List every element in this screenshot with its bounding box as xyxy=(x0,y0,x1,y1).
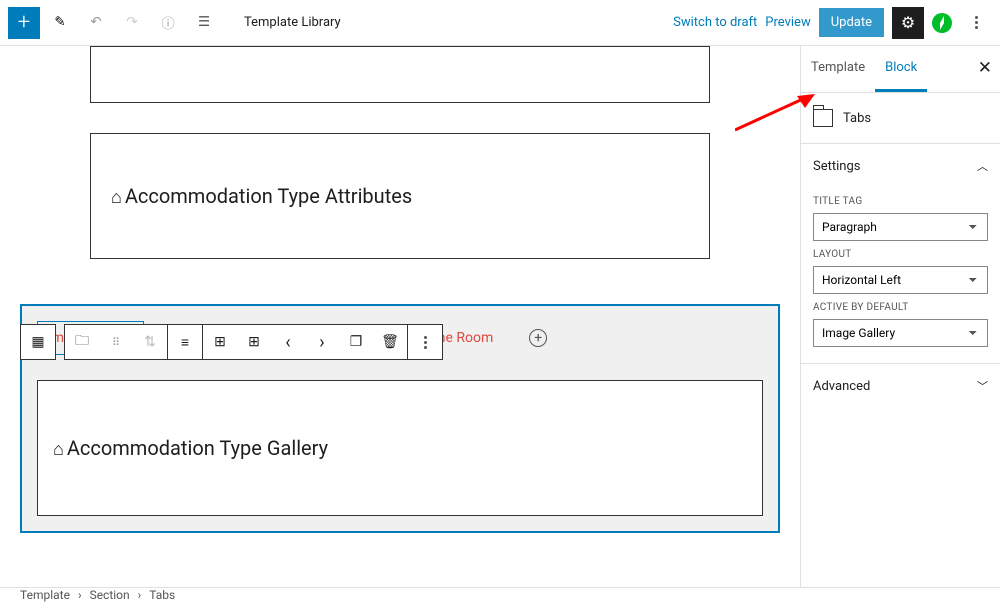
crumb-separator xyxy=(138,588,142,602)
title-tag-select[interactable]: Paragraph xyxy=(813,213,988,241)
advanced-section: Advanced ﹀ xyxy=(801,363,1000,408)
block-header: Tabs xyxy=(801,93,1000,143)
block-name-label: Tabs xyxy=(843,111,871,126)
attributes-block-title: Accommodation Type Attributes xyxy=(111,184,689,208)
move-icon[interactable] xyxy=(133,325,167,359)
title-tag-label: TITLE TAG xyxy=(813,196,988,207)
settings-label: Settings xyxy=(813,159,860,174)
settings-section: Settings ︿ TITLE TAG Paragraph LAYOUT Ho… xyxy=(801,143,1000,363)
layout-label: LAYOUT xyxy=(813,249,988,260)
tab-template[interactable]: Template xyxy=(801,46,875,92)
parent-block-icon[interactable] xyxy=(21,325,55,359)
gallery-title-text: Accommodation Type Gallery xyxy=(67,436,328,460)
edit-icon[interactable] xyxy=(44,7,76,39)
top-left-tools: + Template Library xyxy=(8,7,341,39)
home-icon xyxy=(111,184,122,208)
home-icon xyxy=(53,436,64,460)
advanced-header[interactable]: Advanced ﹀ xyxy=(801,364,1000,408)
editor-canvas[interactable]: Accommodation Type Attributes xyxy=(0,46,800,587)
info-icon[interactable] xyxy=(152,7,184,39)
settings-header[interactable]: Settings ︿ xyxy=(801,144,1000,188)
jetpack-icon[interactable] xyxy=(932,13,952,33)
preview-link[interactable]: Preview xyxy=(765,15,810,30)
align-icon[interactable] xyxy=(168,325,202,359)
undo-icon[interactable] xyxy=(80,7,112,39)
chevron-down-icon: ﹀ xyxy=(977,378,988,394)
advanced-label: Advanced xyxy=(813,379,870,394)
content-block-placeholder[interactable] xyxy=(90,46,710,103)
top-right-tools: Switch to draft Preview Update xyxy=(673,7,992,39)
add-block-button[interactable]: + xyxy=(8,7,40,39)
layout-b-icon[interactable] xyxy=(237,325,271,359)
active-default-label: ACTIVE BY DEFAULT xyxy=(813,302,988,313)
block-type-icon[interactable] xyxy=(65,325,99,359)
attributes-block[interactable]: Accommodation Type Attributes xyxy=(90,133,710,259)
crumb-section[interactable]: Section xyxy=(90,588,130,602)
chevron-up-icon: ︿ xyxy=(977,158,988,174)
add-tab-button[interactable]: + xyxy=(529,329,547,347)
tabs-content[interactable]: Accommodation Type Gallery xyxy=(37,380,763,516)
top-toolbar: + Template Library Switch to draft Previ… xyxy=(0,0,1000,46)
drag-handle-icon[interactable] xyxy=(99,325,133,359)
block-toolbar xyxy=(20,324,443,360)
sidebar-tabs: Template Block ✕ xyxy=(801,46,1000,93)
tab-block[interactable]: Block xyxy=(875,46,927,92)
inspector-sidebar: Template Block ✕ Tabs Settings ︿ TITLE T… xyxy=(800,46,1000,587)
switch-to-draft-link[interactable]: Switch to draft xyxy=(673,15,757,30)
next-icon[interactable] xyxy=(305,325,339,359)
duplicate-icon[interactable] xyxy=(339,325,373,359)
block-more-icon[interactable] xyxy=(408,325,442,359)
redo-icon[interactable] xyxy=(116,7,148,39)
close-sidebar-icon[interactable]: ✕ xyxy=(978,58,992,78)
breadcrumb: Template Section Tabs xyxy=(0,587,1000,601)
main-area: Accommodation Type Attributes xyxy=(0,46,1000,587)
layout-a-icon[interactable] xyxy=(203,325,237,359)
gallery-block-title: Accommodation Type Gallery xyxy=(53,436,747,460)
layout-select[interactable]: Horizontal Left xyxy=(813,266,988,294)
outline-icon[interactable] xyxy=(188,7,220,39)
update-button[interactable]: Update xyxy=(819,8,884,37)
crumb-tabs[interactable]: Tabs xyxy=(149,588,175,602)
tabs-block-icon xyxy=(813,109,833,127)
delete-icon[interactable] xyxy=(373,325,407,359)
attributes-title-text: Accommodation Type Attributes xyxy=(125,184,412,208)
active-default-select[interactable]: Image Gallery xyxy=(813,319,988,347)
crumb-separator xyxy=(78,588,82,602)
more-menu-button[interactable] xyxy=(960,7,992,39)
crumb-template[interactable]: Template xyxy=(20,588,70,602)
settings-gear-icon[interactable] xyxy=(892,7,924,39)
settings-body: TITLE TAG Paragraph LAYOUT Horizontal Le… xyxy=(801,196,1000,363)
document-title: Template Library xyxy=(244,15,341,30)
prev-icon[interactable] xyxy=(271,325,305,359)
